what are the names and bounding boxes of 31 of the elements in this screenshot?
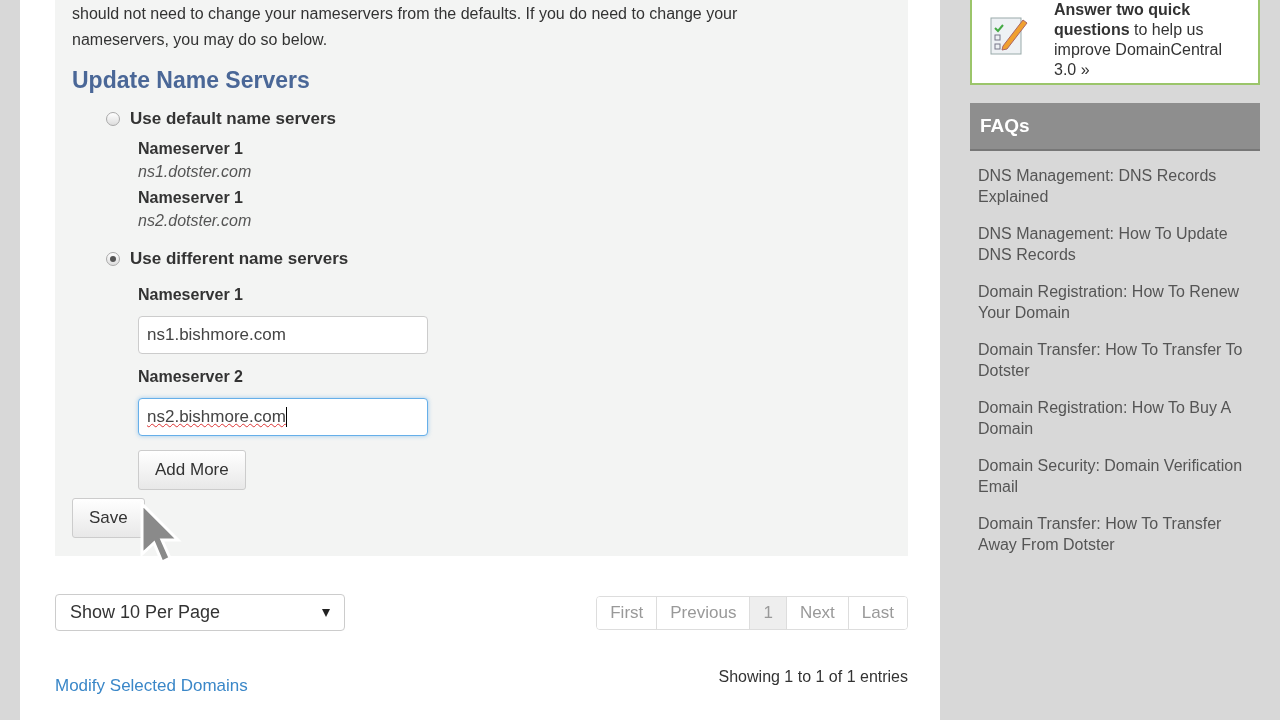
faq-link[interactable]: Domain Transfer: How To Transfer To Dotster [978,339,1252,381]
nameserver-input[interactable]: ns1.bishmore.com [138,316,428,354]
nameserver-label: Nameserver 2 [138,368,243,386]
pagination-button[interactable]: Last [847,596,907,629]
checklist-pencil-icon [989,14,1029,58]
faq-link[interactable]: DNS Management: How To Update DNS Records [978,223,1252,265]
survey-text[interactable]: Answer two quick questions to help us improve DomainCentral 3.0 » [1054,0,1246,80]
intro-text: should not need to change your nameservers from the defaults. If you do need to change your nameservers, you may do so below. [72,4,739,50]
dropdown-arrow-icon [322,608,330,617]
nameserver-label: Nameserver 1 [138,286,243,304]
nameserver-value: ns2.dotster.com [138,212,252,230]
faq-link[interactable]: Domain Security: Domain Verification Email [978,455,1252,497]
radio-button[interactable] [106,252,120,266]
nameserver-label: Nameserver 1 [138,140,243,158]
option-label[interactable]: Use default name servers [130,109,336,129]
option-label[interactable]: Use different name servers [130,249,349,269]
section-title: Update Name Servers [72,67,311,94]
faq-link[interactable]: Domain Transfer: How To Transfer Away From Dotster [978,513,1252,555]
entries-info: Showing 1 to 1 of 1 entries [718,668,908,686]
save-button[interactable]: Save [72,498,145,538]
nameserver-label: Nameserver 1 [138,189,243,207]
modify-domains-link[interactable]: Modify Selected Domains [55,676,248,696]
radio-button[interactable] [106,112,120,126]
page-size-select[interactable]: Show 10 Per Page [55,594,345,631]
faq-link[interactable]: DNS Management: DNS Records Explained [978,165,1252,207]
nameserver-input[interactable]: ns2.bishmore.com [138,398,428,436]
faqs-header: FAQs [970,103,1260,151]
add-more-button[interactable]: Add More [138,450,246,490]
faq-link[interactable]: Domain Registration: How To Renew Your Domain [978,281,1252,323]
nameserver-value: ns1.dotster.com [138,163,252,181]
faq-link[interactable]: Domain Registration: How To Buy A Domain [978,397,1252,439]
